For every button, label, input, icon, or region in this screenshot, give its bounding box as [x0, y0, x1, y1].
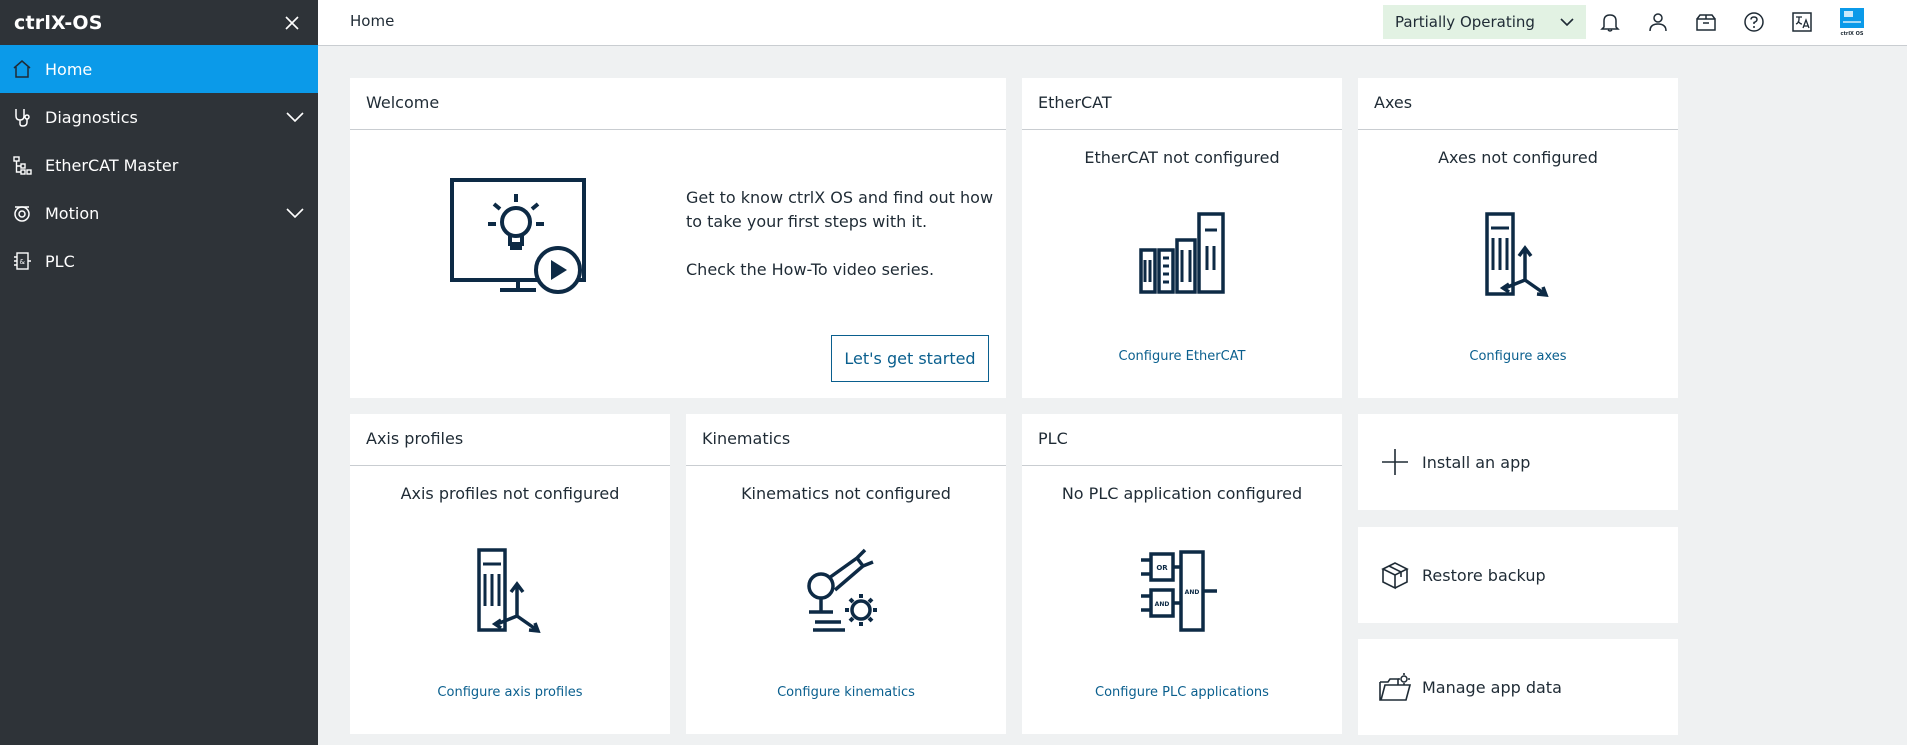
configure-axis-profiles-link[interactable]: Configure axis profiles — [350, 685, 670, 700]
card-status-text: Axes not configured — [1438, 148, 1598, 167]
breadcrumb[interactable]: Home — [350, 12, 394, 30]
sidebar-header: ctrlX-OS — [0, 0, 318, 45]
card-status-text: Axis profiles not configured — [400, 484, 620, 503]
get-started-button[interactable]: Let's get started — [831, 335, 989, 382]
close-icon — [285, 15, 299, 30]
plc-icon: & — [11, 250, 33, 272]
sidebar-item-home[interactable]: Home — [0, 45, 318, 93]
welcome-intro-text: Get to know ctrlX OS and find out how to… — [686, 188, 994, 231]
sidebar-item-motion[interactable]: Motion — [0, 189, 318, 237]
axes-card: Axes Axes not configured Configure axes — [1358, 78, 1678, 398]
install-app-button[interactable]: Install an app — [1358, 414, 1678, 510]
plus-icon — [1378, 445, 1412, 479]
and-gate-label: AND — [1155, 601, 1170, 608]
folder-gear-icon — [1378, 670, 1412, 704]
divider — [350, 129, 1006, 130]
plc-card: PLC No PLC application configured OR AND… — [1022, 414, 1342, 734]
language-icon[interactable] — [1789, 9, 1815, 35]
app-title: ctrlX-OS — [14, 11, 103, 34]
axis-profiles-icon — [477, 548, 541, 634]
welcome-video-text: Check the How-To video series. — [686, 260, 935, 279]
configure-kinematics-link[interactable]: Configure kinematics — [686, 685, 1006, 700]
help-icon[interactable] — [1741, 9, 1767, 35]
ctrlx-os-logo[interactable]: ctrlX OS — [1837, 7, 1867, 37]
sidebar-item-label: EtherCAT Master — [45, 155, 179, 175]
card-title: EtherCAT — [1038, 93, 1112, 112]
configure-ethercat-link[interactable]: Configure EtherCAT — [1022, 349, 1342, 364]
ethercat-card: EtherCAT EtherCAT not configured Configu… — [1022, 78, 1342, 398]
welcome-card: Welcome Get to know ctrlX OS and find ou… — [350, 78, 1006, 398]
svg-text:ctrlX OS: ctrlX OS — [1841, 31, 1864, 37]
action-label: Restore backup — [1422, 565, 1546, 585]
restore-backup-button[interactable]: Restore backup — [1358, 527, 1678, 623]
kinematics-robot-arm-icon — [807, 548, 877, 632]
system-state-label: Partially Operating — [1395, 13, 1535, 31]
divider — [686, 465, 1006, 466]
configure-axes-link[interactable]: Configure axes — [1358, 349, 1678, 364]
manage-app-data-button[interactable]: Manage app data — [1358, 639, 1678, 735]
sidebar-item-plc[interactable]: & PLC — [0, 237, 318, 285]
sidebar-item-ethercat-master[interactable]: EtherCAT Master — [0, 141, 318, 189]
and-gate-label: AND — [1185, 589, 1200, 596]
axis-profiles-card: Axis profiles Axis profiles not configur… — [350, 414, 670, 734]
svg-text:&: & — [20, 258, 26, 266]
or-gate-label: OR — [1156, 564, 1168, 572]
chevron-down-icon[interactable] — [284, 106, 306, 128]
sidebar-item-diagnostics[interactable]: Diagnostics — [0, 93, 318, 141]
action-label: Install an app — [1422, 452, 1531, 472]
card-title: Axis profiles — [366, 429, 464, 448]
card-title: Axes — [1374, 93, 1413, 112]
card-status-text: Kinematics not configured — [741, 484, 951, 503]
user-icon[interactable] — [1645, 9, 1671, 35]
top-bar: Home Partially Operating ctrlX OS — [318, 0, 1907, 46]
bell-icon[interactable] — [1597, 9, 1623, 35]
card-title: Kinematics — [702, 429, 791, 448]
divider — [1358, 129, 1678, 130]
close-sidebar-button[interactable] — [280, 11, 304, 35]
chevron-down-icon — [1560, 18, 1574, 26]
video-tutorial-icon — [450, 178, 586, 294]
package-icon[interactable] — [1693, 9, 1719, 35]
sidebar-item-label: Motion — [45, 203, 100, 223]
card-status-text: No PLC application configured — [1061, 484, 1303, 503]
card-title: Welcome — [366, 93, 440, 112]
ethercat-devices-icon — [1139, 212, 1225, 294]
system-state-dropdown[interactable]: Partially Operating — [1383, 5, 1586, 39]
divider — [1022, 465, 1342, 466]
welcome-description: Get to know ctrlX OS and find out how to… — [686, 186, 1004, 282]
axes-icon — [1485, 212, 1549, 298]
home-icon — [11, 58, 33, 80]
network-tree-icon — [11, 154, 33, 176]
motion-icon — [11, 202, 33, 224]
box-icon — [1378, 558, 1412, 592]
stethoscope-icon — [11, 106, 33, 128]
card-status-text: EtherCAT not configured — [1084, 148, 1280, 167]
action-label: Manage app data — [1422, 677, 1562, 697]
plc-logic-icon: OR AND AND — [1141, 550, 1217, 632]
divider — [350, 465, 670, 466]
divider — [1022, 129, 1342, 130]
sidebar: ctrlX-OS Home Diagnostics EtherCAT Maste… — [0, 0, 318, 745]
sidebar-item-label: Diagnostics — [45, 107, 138, 127]
chevron-down-icon[interactable] — [284, 202, 306, 224]
configure-plc-applications-link[interactable]: Configure PLC applications — [1022, 685, 1342, 700]
card-title: PLC — [1038, 429, 1068, 448]
sidebar-item-label: PLC — [45, 251, 75, 271]
sidebar-item-label: Home — [45, 59, 93, 79]
kinematics-card: Kinematics Kinematics not configured Con… — [686, 414, 1006, 734]
